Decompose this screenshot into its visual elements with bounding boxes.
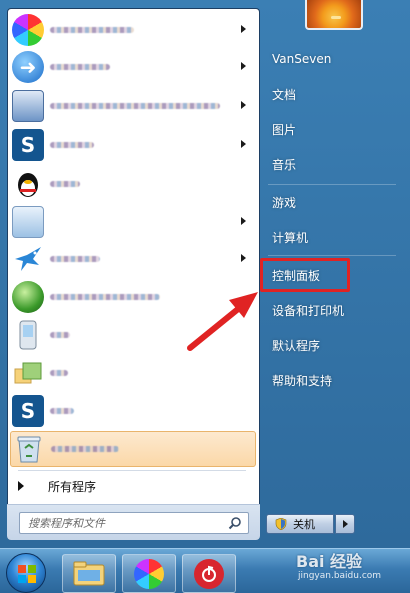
shutdown-label: 关机 xyxy=(293,518,315,531)
program-item[interactable] xyxy=(10,279,256,315)
program-item[interactable] xyxy=(10,88,256,124)
all-programs-label: 所有程序 xyxy=(48,479,97,494)
user-name-link[interactable]: VanSeven xyxy=(266,45,396,73)
music-link[interactable]: 音乐 xyxy=(266,150,396,178)
s-logo-icon: S xyxy=(12,129,44,161)
shield-icon xyxy=(275,518,287,530)
user-avatar[interactable] xyxy=(305,0,363,30)
menu-divider xyxy=(18,470,246,471)
program-label-redacted xyxy=(50,256,100,262)
program-item[interactable] xyxy=(10,12,256,48)
submenu-arrow-icon xyxy=(241,25,246,33)
watermark-brand: Bai 经验 xyxy=(296,552,363,571)
mobile-phone-icon xyxy=(12,319,44,351)
recycle-bin-icon xyxy=(13,433,45,465)
default-programs-link[interactable]: 默认程序 xyxy=(266,331,396,359)
s-logo-icon: S xyxy=(12,395,44,427)
watermark-url: jingyan.baidu.com xyxy=(298,571,382,581)
games-link[interactable]: 游戏 xyxy=(266,188,396,216)
taskbar-file-explorer[interactable] xyxy=(62,554,116,593)
program-item[interactable] xyxy=(10,355,256,391)
windows-logo-icon xyxy=(18,565,36,583)
submenu-arrow-icon xyxy=(241,101,246,109)
program-label-redacted xyxy=(50,142,94,148)
shutdown-options-button[interactable] xyxy=(335,514,355,534)
chevron-right-icon xyxy=(342,520,348,528)
netease-music-icon xyxy=(194,558,224,589)
documents-link[interactable]: 文档 xyxy=(266,80,396,108)
start-button[interactable] xyxy=(6,553,46,593)
shutdown-button[interactable]: 关机 xyxy=(266,514,334,534)
annotation-highlight-box xyxy=(260,258,350,292)
all-programs-button[interactable]: 所有程序 xyxy=(12,474,252,498)
program-item[interactable] xyxy=(10,204,256,240)
program-item[interactable]: S xyxy=(10,393,256,429)
help-support-link[interactable]: 帮助和支持 xyxy=(266,366,396,394)
colorful-ball-icon xyxy=(12,14,44,46)
program-item[interactable]: ➜ xyxy=(10,49,256,85)
monitor-document-icon xyxy=(12,90,44,122)
search-icon[interactable] xyxy=(228,516,242,530)
blue-arrow-icon: ➜ xyxy=(12,51,44,83)
submenu-arrow-icon xyxy=(241,254,246,262)
program-label-redacted xyxy=(50,294,160,300)
program-label-redacted xyxy=(50,408,74,414)
search-box xyxy=(19,512,249,534)
photo-gallery-icon xyxy=(12,357,44,389)
submenu-arrow-icon xyxy=(241,62,246,70)
right-divider xyxy=(268,184,396,185)
devices-printers-link[interactable]: 设备和打印机 xyxy=(266,296,396,324)
submenu-arrow-icon xyxy=(241,217,246,225)
expand-arrow-icon xyxy=(18,481,24,491)
program-item[interactable] xyxy=(10,241,256,277)
taskbar-music-app[interactable] xyxy=(182,554,236,593)
program-label-redacted xyxy=(50,181,80,187)
search-input[interactable] xyxy=(28,516,218,531)
submenu-arrow-icon xyxy=(241,140,246,148)
program-label-redacted xyxy=(50,64,110,70)
file-explorer-icon xyxy=(73,561,105,585)
program-item[interactable] xyxy=(10,166,256,202)
program-label-redacted xyxy=(50,332,70,338)
windows-media-icon xyxy=(12,281,44,313)
search-area xyxy=(7,504,260,540)
document-icon xyxy=(12,206,44,238)
program-item-selected[interactable] xyxy=(10,431,256,467)
colorful-ball-icon xyxy=(134,558,164,589)
pictures-link[interactable]: 图片 xyxy=(266,115,396,143)
program-label-redacted xyxy=(51,446,119,452)
program-item[interactable]: S xyxy=(10,127,256,163)
program-label-redacted xyxy=(50,103,220,109)
program-label-redacted xyxy=(50,27,134,33)
program-item[interactable] xyxy=(10,317,256,353)
taskbar-app[interactable] xyxy=(122,554,176,593)
qq-penguin-icon xyxy=(12,168,44,200)
right-divider xyxy=(268,255,396,256)
computer-link[interactable]: 计算机 xyxy=(266,223,396,251)
program-label-redacted xyxy=(50,370,68,376)
blue-bird-icon xyxy=(12,243,44,275)
